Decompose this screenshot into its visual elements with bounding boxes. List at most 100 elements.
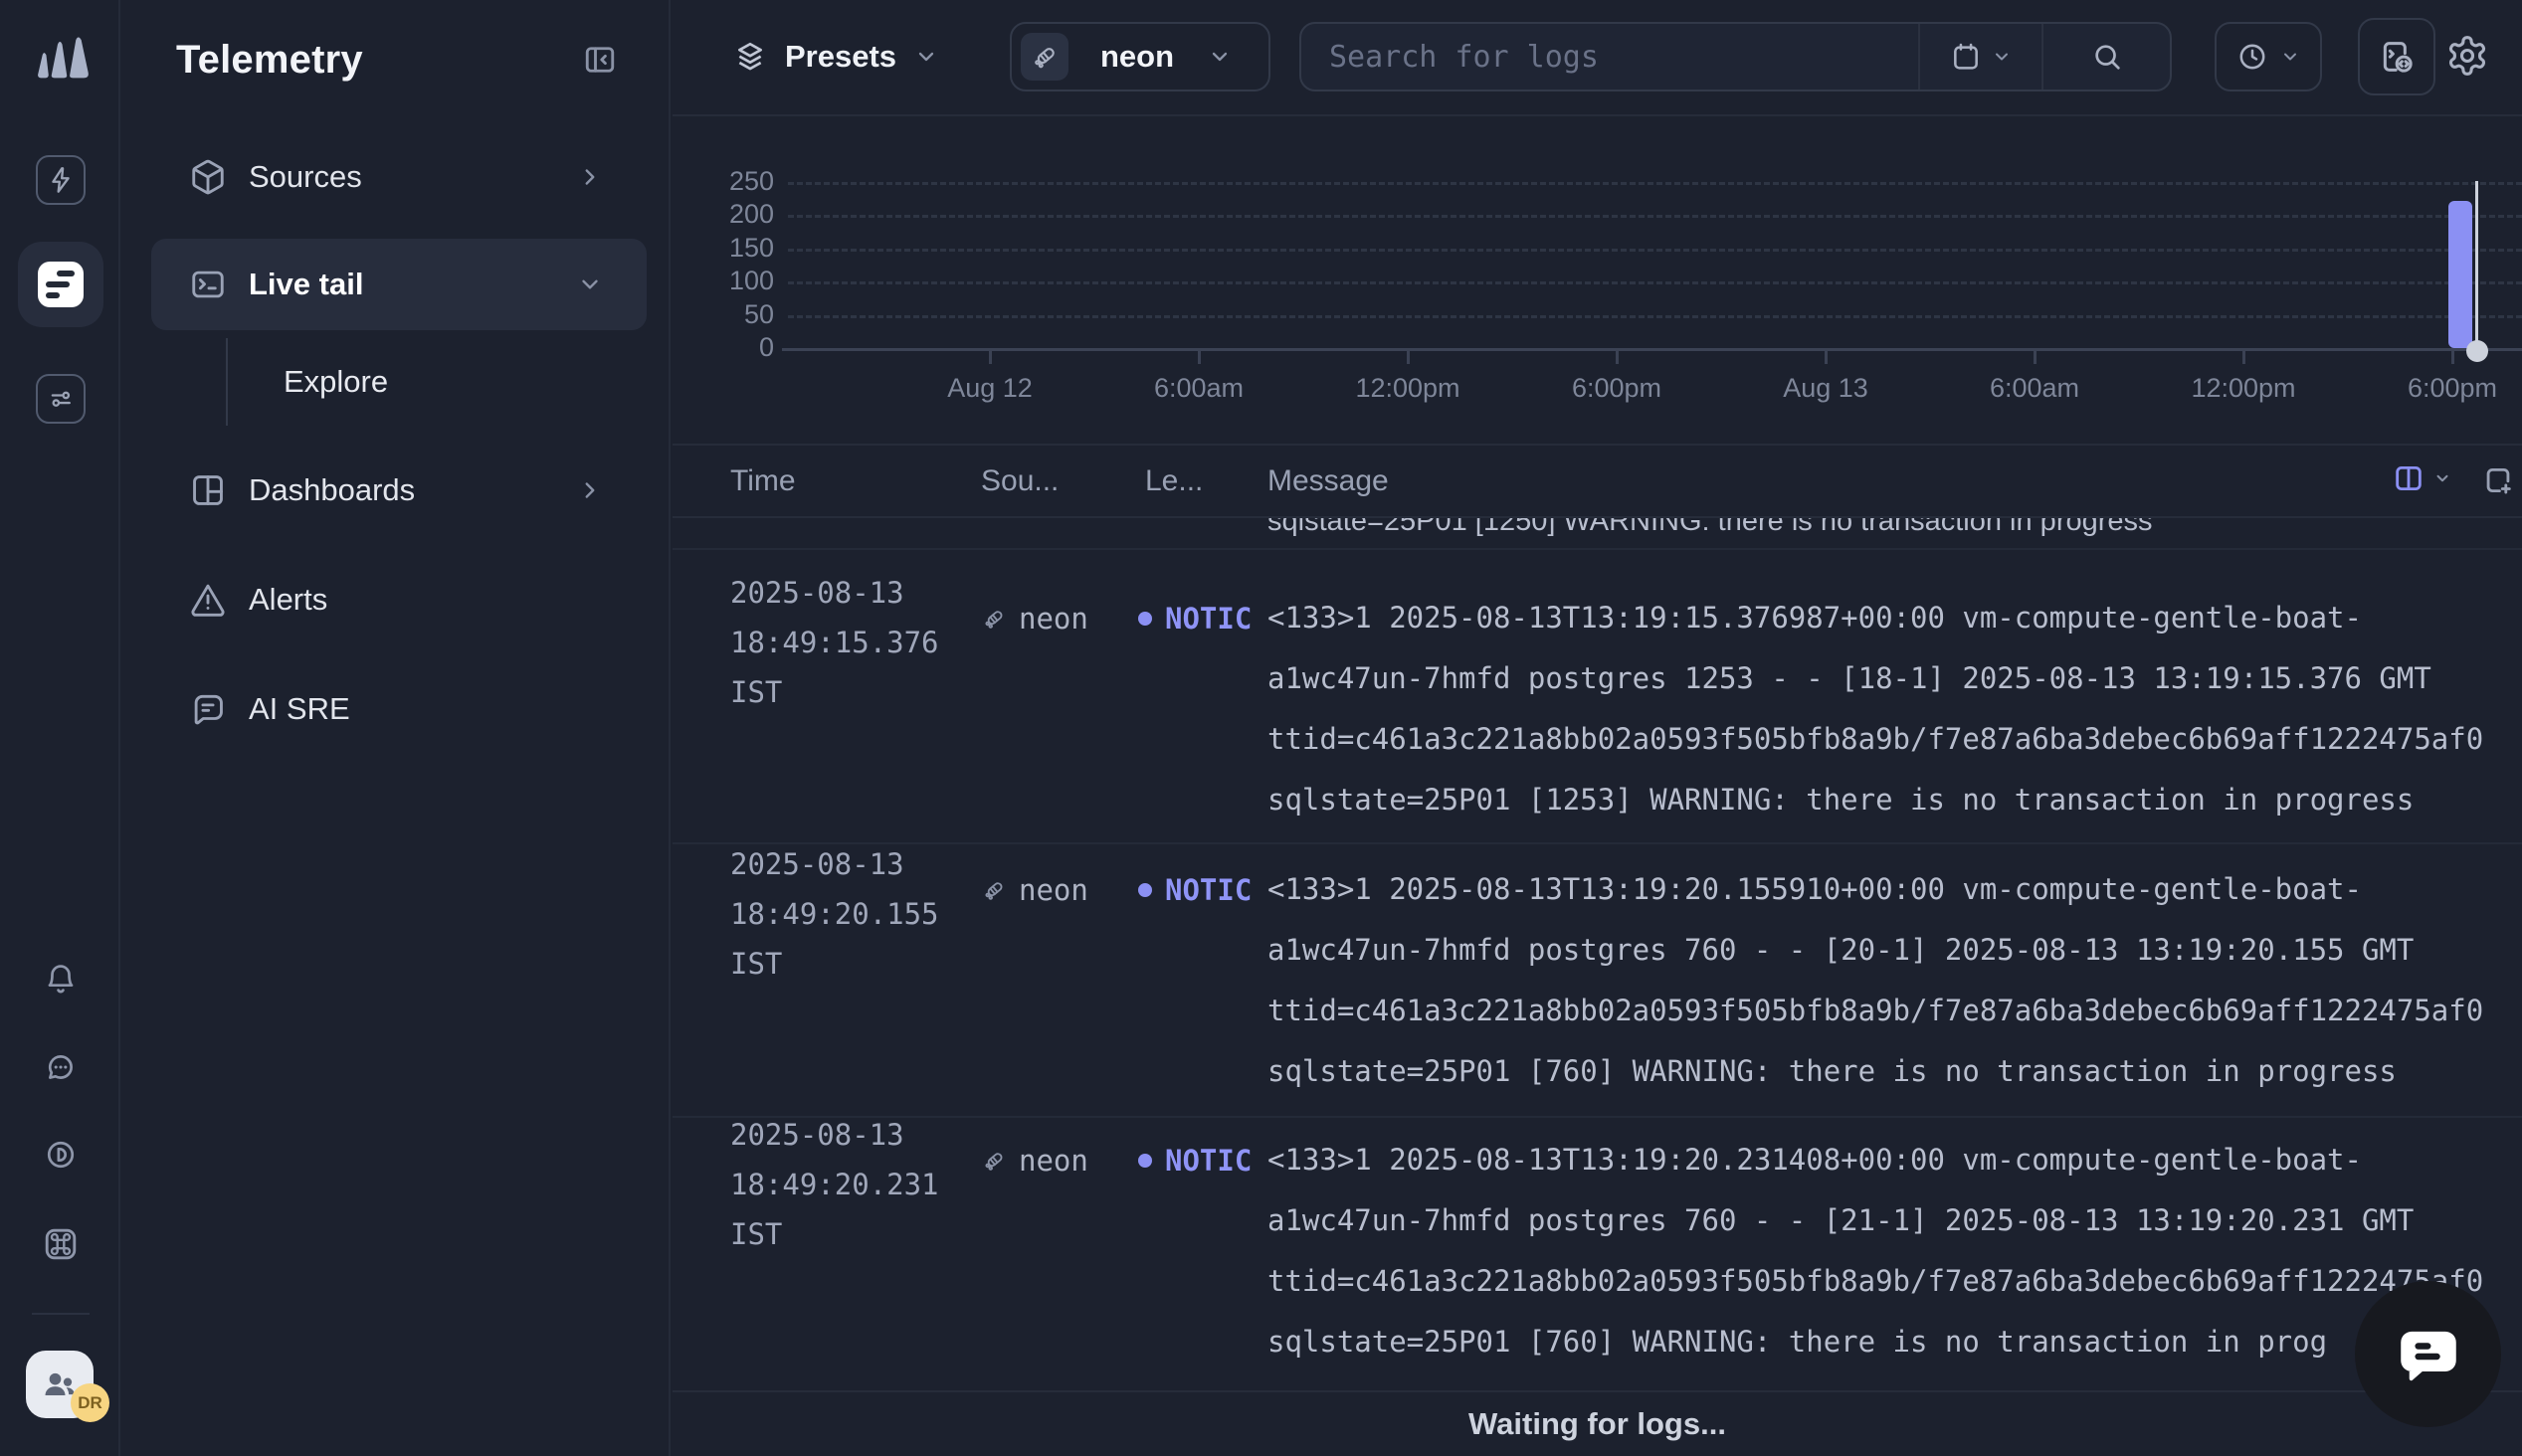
log-table-header: Time Sou... Le... Message [673, 446, 2522, 516]
sidebar-item-label: Alerts [249, 582, 327, 618]
time-scrubber-line [2475, 181, 2478, 358]
sidebar-item-label: Explore [284, 364, 388, 400]
feedback-button[interactable] [36, 1042, 86, 1092]
settings-nav-button[interactable] [36, 374, 86, 424]
sidebar-item-alerts[interactable]: Alerts [151, 554, 647, 645]
x-axis-tick-label: 6:00am [1955, 373, 2114, 404]
sidebar-item-label: Sources [249, 159, 362, 195]
collapse-sidebar-button[interactable] [582, 42, 618, 78]
waiting-status-text: Waiting for logs... [1468, 1406, 1726, 1442]
x-axis-tick [1407, 351, 1410, 364]
run-search-button[interactable] [2043, 24, 2170, 90]
log-row[interactable]: 2025-08-1318:49:20.155ISTneonNOTIC<133>1… [673, 844, 2522, 1118]
message-line: a1wc47un-7hmfd postgres 760 - - [21-1] 2… [1267, 1190, 2522, 1251]
log-search-bar [1299, 22, 2172, 91]
sidebar-item-dashboards[interactable]: Dashboards [151, 445, 647, 536]
time-range-button[interactable] [2215, 22, 2322, 91]
x-axis-tick-label: 12:00pm [1328, 373, 1487, 404]
chevron-down-icon [577, 272, 603, 297]
sidebar: Telemetry Sources Live tail [122, 0, 671, 1456]
log-message: <133>1 2025-08-13T13:19:15.376987+00:00 … [1267, 588, 2522, 830]
log-row[interactable]: 2025-08-1318:49:15.376ISTneonNOTIC<133>1… [673, 548, 2522, 844]
rail-divider [32, 1313, 90, 1315]
chevron-down-icon [914, 45, 938, 69]
theme-toggle-button[interactable] [36, 1130, 86, 1180]
log-level-text: NOTIC [1165, 873, 1252, 907]
source-select[interactable]: neon [1010, 22, 1270, 91]
terminal-icon [189, 266, 227, 303]
message-line: a1wc47un-7hmfd postgres 760 - - [20-1] 2… [1267, 920, 2522, 981]
gridline [788, 182, 2522, 185]
sidebar-item-label: Dashboards [249, 472, 415, 508]
x-axis-tick [1825, 351, 1828, 364]
sidebar-item-explore[interactable]: Explore [284, 342, 602, 422]
quickstart-nav-button[interactable] [36, 155, 86, 205]
log-level: NOTIC [1138, 588, 1252, 648]
message-line: ttid=c461a3c221a8bb02a0593f505bfb8a9b/f7… [1267, 1251, 2522, 1312]
alert-triangle-icon [189, 581, 227, 619]
column-header-source[interactable]: Sou... [981, 446, 1059, 516]
time-scrubber-handle[interactable] [2466, 340, 2488, 362]
x-axis-tick [2034, 351, 2037, 364]
clock-icon [2236, 41, 2268, 73]
message-line: sqlstate=25P01 [760] WARNING: there is n… [1267, 1041, 2522, 1102]
command-palette-button[interactable] [36, 1219, 86, 1269]
support-chat-fab[interactable] [2355, 1281, 2501, 1427]
x-axis-tick [1198, 351, 1201, 364]
bell-icon [44, 963, 78, 997]
column-layout-button[interactable] [2392, 461, 2451, 495]
logs-nav-button-active[interactable] [18, 242, 103, 327]
log-source-name: neon [1019, 873, 1088, 907]
user-initials-badge[interactable]: DR [71, 1383, 109, 1422]
x-axis-tick-label: 6:00pm [2373, 373, 2522, 404]
level-dot [1138, 612, 1152, 626]
message-line: ttid=c461a3c221a8bb02a0593f505bfb8a9b/f7… [1267, 981, 2522, 1041]
notifications-button[interactable] [36, 955, 86, 1004]
column-header-time[interactable]: Time [730, 446, 796, 516]
message-line: ttid=c461a3c221a8bb02a0593f505bfb8a9b/f7… [1267, 709, 2522, 770]
app-logo[interactable] [30, 34, 92, 86]
pipeline-icon [1021, 33, 1068, 81]
column-header-level[interactable]: Le... [1145, 446, 1203, 516]
add-column-button[interactable] [2481, 463, 2515, 497]
histogram-bar[interactable] [2448, 201, 2472, 348]
log-source-name: neon [1019, 602, 1088, 636]
histogram-plot-area: Aug 126:00am12:00pm6:00pmAug 136:00am12:… [788, 116, 2522, 446]
log-source: neon [981, 588, 1088, 648]
column-header-message[interactable]: Message [1267, 446, 1389, 516]
calendar-icon [1950, 41, 1982, 73]
search-icon [2090, 40, 2124, 74]
gridline [788, 281, 2522, 284]
add-column-icon [2481, 463, 2515, 497]
search-input[interactable] [1301, 24, 1918, 90]
log-level-text: NOTIC [1165, 602, 1252, 636]
log-row[interactable]: 2025-08-1318:49:20.231ISTneonNOTIC<133>1… [673, 1118, 2522, 1390]
share-view-button[interactable] [2358, 18, 2435, 95]
sidebar-item-ai-sre[interactable]: AI SRE [151, 663, 647, 755]
log-source-name: neon [1019, 1144, 1088, 1178]
log-time: 2025-08-1318:49:20.155IST [730, 839, 969, 989]
layers-icon [733, 40, 767, 74]
message-line: a1wc47un-7hmfd postgres 1253 - - [18-1] … [1267, 648, 2522, 709]
chevron-down-icon [1992, 47, 2012, 67]
y-axis-tick-label: 150 [686, 233, 774, 264]
x-axis-tick [2451, 351, 2454, 364]
message-line: sqlstate=25P01 [760] WARNING: there is n… [1267, 1312, 2522, 1372]
clipped-log-text: sqlstate=25P01 [1250] WARNING: there is … [1267, 518, 2153, 538]
clipped-log-row[interactable]: sqlstate=25P01 [1250] WARNING: there is … [673, 518, 2522, 548]
command-icon [43, 1226, 79, 1262]
icon-rail: DR [0, 0, 120, 1456]
level-dot [1138, 1154, 1152, 1168]
x-axis-line [782, 348, 2522, 351]
sidebar-item-live-tail[interactable]: Live tail [151, 239, 647, 330]
settings-button[interactable] [2445, 34, 2489, 78]
presets-dropdown[interactable]: Presets [733, 22, 938, 91]
y-axis-tick-label: 250 [686, 166, 774, 197]
y-axis-tick-label: 0 [686, 332, 774, 363]
sidebar-item-sources[interactable]: Sources [151, 131, 647, 223]
chat-dots-icon [44, 1050, 78, 1084]
date-filter-button[interactable] [1920, 24, 2041, 90]
log-table-body: 2025-08-1318:49:15.376ISTneonNOTIC<133>1… [673, 548, 2522, 1390]
gridline [788, 215, 2522, 218]
log-message: <133>1 2025-08-13T13:19:20.231408+00:00 … [1267, 1130, 2522, 1372]
